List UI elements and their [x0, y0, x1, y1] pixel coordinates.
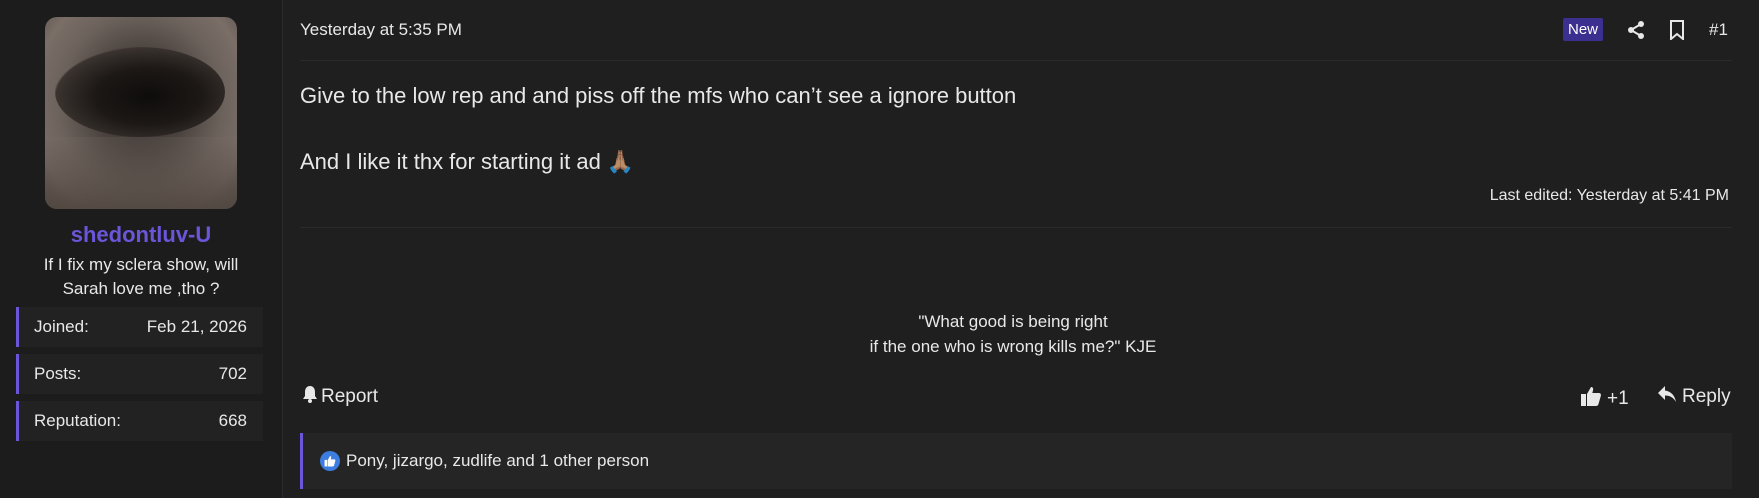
thumbs-up-icon: [320, 451, 340, 471]
like-count: +1: [1607, 388, 1629, 409]
user-title: If I fix my sclera show, will Sarah love…: [43, 255, 239, 298]
like-button[interactable]: +1: [1580, 385, 1629, 413]
post-date[interactable]: Yesterday at 5:35 PM: [300, 20, 462, 40]
stat-reputation: Reputation: 668: [16, 401, 263, 441]
stat-label: Reputation:: [34, 411, 121, 430]
last-edited: Last edited: Yesterday at 5:41 PM: [1489, 187, 1729, 204]
reply-label: Reply: [1682, 386, 1731, 407]
new-badge: New: [1563, 18, 1604, 41]
report-button[interactable]: Report: [302, 385, 378, 409]
thumbs-up-icon: [1580, 385, 1602, 413]
post-body: [283, 0, 1759, 498]
post-message-line-1: Give to the low rep and and piss off the…: [300, 83, 1017, 108]
signature-line: "What good is being right: [918, 312, 1108, 331]
stat-value: 668: [218, 411, 247, 430]
avatar-eye: [55, 47, 225, 137]
divider: [300, 227, 1732, 228]
signature-line: if the one who is wrong kills me?" KJE: [869, 337, 1157, 356]
share-icon[interactable]: [1624, 18, 1648, 42]
reactions-bar[interactable]: Pony, jizargo, zudlife and 1 other perso…: [300, 433, 1732, 489]
stat-posts: Posts: 702: [16, 354, 263, 394]
bookmark-icon[interactable]: [1665, 18, 1689, 42]
reply-icon: [1657, 385, 1677, 409]
stat-label: Posts:: [34, 364, 82, 383]
stat-label: Joined:: [34, 317, 89, 336]
signature: "What good is being right if the one who…: [700, 309, 1326, 359]
report-label: Report: [321, 386, 379, 407]
reply-button[interactable]: Reply: [1657, 385, 1731, 409]
post-message-line-2: And I like it thx for starting it ad 🙏🏽: [300, 149, 635, 174]
user-sidebar: shedontluv-U If I fix my sclera show, wi…: [0, 0, 282, 498]
stat-value: 702: [218, 364, 247, 383]
stat-value: Feb 21, 2026: [146, 317, 247, 336]
stat-joined: Joined: Feb 21, 2026: [16, 307, 263, 347]
bell-icon: [302, 385, 318, 409]
divider: [300, 60, 1732, 61]
username[interactable]: shedontluv-U: [0, 222, 282, 248]
post-number[interactable]: #1: [1709, 20, 1728, 40]
avatar[interactable]: [45, 17, 237, 209]
reactions-text[interactable]: Pony, jizargo, zudlife and 1 other perso…: [346, 451, 649, 471]
